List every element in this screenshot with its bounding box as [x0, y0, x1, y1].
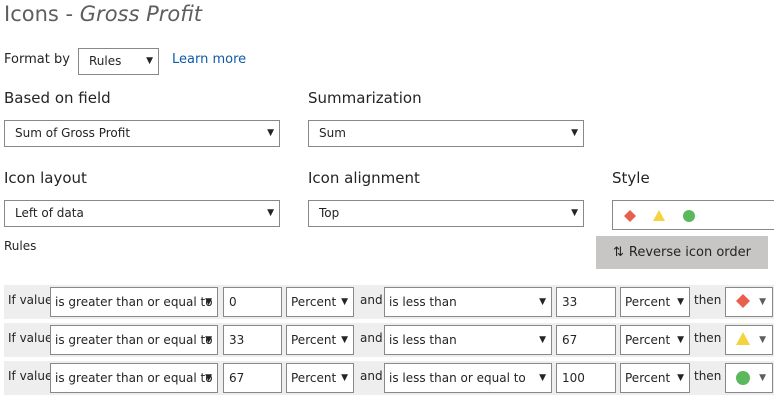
- rule-icon-picker[interactable]: ▼: [725, 363, 773, 393]
- format-by-value: Rules: [89, 54, 122, 68]
- rule-then-label: then: [694, 331, 722, 345]
- rule-unit-2-value: Percent: [625, 371, 671, 385]
- rule-unit-1-dropdown[interactable]: Percent ▼: [286, 363, 354, 393]
- rule-icon-picker[interactable]: ▼: [725, 287, 773, 317]
- rule-unit-2-dropdown[interactable]: Percent ▼: [620, 287, 690, 317]
- rule-operator-1-dropdown[interactable]: is greater than or equal to ▼: [50, 363, 218, 393]
- style-icons-preview: [624, 210, 695, 222]
- green-circle-icon: [683, 210, 695, 222]
- rule-value-2-input[interactable]: 67: [556, 325, 616, 355]
- icon-alignment-dropdown[interactable]: Top ▼: [308, 200, 584, 227]
- icon-alignment-label: Icon alignment: [308, 169, 420, 187]
- rule-operator-2-value: is less than or equal to: [389, 371, 526, 385]
- dialog-title: Icons - Gross Profit: [4, 2, 202, 26]
- rule-value-1-input[interactable]: 0: [223, 287, 282, 317]
- style-label: Style: [612, 169, 650, 187]
- based-on-field-dropdown[interactable]: Sum of Gross Profit ▼: [4, 120, 280, 147]
- rule-icon-preview: [736, 294, 750, 308]
- icon-layout-value: Left of data: [15, 206, 84, 220]
- rule-value-1-input[interactable]: 67: [223, 363, 282, 393]
- chevron-down-icon: ▼: [571, 128, 578, 138]
- green-circle-icon: [736, 371, 750, 385]
- chevron-down-icon: ▼: [146, 56, 153, 66]
- format-by-dropdown[interactable]: Rules ▼: [78, 48, 159, 75]
- red-diamond-icon: [736, 294, 750, 308]
- summarization-value: Sum: [319, 126, 346, 140]
- rule-unit-1-value: Percent: [291, 333, 337, 347]
- chevron-down-icon: ▼: [341, 335, 348, 345]
- chevron-down-icon: ▼: [571, 208, 578, 218]
- chevron-down-icon: ▼: [677, 335, 684, 345]
- rule-if-label: If value: [8, 369, 53, 383]
- icon-layout-dropdown[interactable]: Left of data ▼: [4, 200, 280, 227]
- rule-operator-2-dropdown[interactable]: is less than ▼: [384, 287, 552, 317]
- title-field-name: Gross Profit: [79, 2, 203, 26]
- chevron-down-icon: ▼: [539, 297, 546, 307]
- rule-unit-1-dropdown[interactable]: Percent ▼: [286, 287, 354, 317]
- rule-operator-2-value: is less than: [389, 295, 457, 309]
- rule-operator-2-dropdown[interactable]: is less than ▼: [384, 325, 552, 355]
- rule-operator-1-value: is greater than or equal to: [55, 333, 213, 347]
- based-on-field-label: Based on field: [4, 89, 111, 107]
- format-by-label: Format by: [4, 52, 70, 67]
- rule-unit-1-value: Percent: [291, 371, 337, 385]
- rule-operator-1-value: is greater than or equal to: [55, 371, 213, 385]
- chevron-down-icon: ▼: [267, 208, 274, 218]
- yellow-triangle-icon: [653, 210, 665, 221]
- rule-and-label: and: [360, 293, 383, 307]
- rule-and-label: and: [360, 331, 383, 345]
- icon-alignment-value: Top: [319, 206, 340, 220]
- chevron-down-icon: ▼: [341, 373, 348, 383]
- rule-operator-1-dropdown[interactable]: is greater than or equal to ▼: [50, 287, 218, 317]
- swap-vertical-icon: ⇅: [612, 245, 624, 260]
- chevron-down-icon: ▼: [759, 335, 766, 345]
- rule-icon-picker[interactable]: ▼: [725, 325, 773, 355]
- rule-unit-1-dropdown[interactable]: Percent ▼: [286, 325, 354, 355]
- rule-icon-preview: [736, 332, 750, 345]
- rule-and-label: and: [360, 369, 383, 383]
- rule-unit-2-dropdown[interactable]: Percent ▼: [620, 363, 690, 393]
- title-prefix: Icons -: [4, 2, 80, 26]
- icon-layout-label: Icon layout: [4, 169, 87, 187]
- rule-operator-1-dropdown[interactable]: is greater than or equal to ▼: [50, 325, 218, 355]
- rule-then-label: then: [694, 369, 722, 383]
- summarization-dropdown[interactable]: Sum ▼: [308, 120, 584, 147]
- chevron-down-icon: ▼: [759, 373, 766, 383]
- rule-then-label: then: [694, 293, 722, 307]
- reverse-icon-order-button[interactable]: ⇅ Reverse icon order: [596, 236, 768, 269]
- rule-icon-preview: [736, 371, 750, 385]
- rule-value-2-input[interactable]: 33: [556, 287, 616, 317]
- chevron-down-icon: ▼: [341, 297, 348, 307]
- chevron-down-icon: ▼: [267, 128, 274, 138]
- chevron-down-icon: ▼: [759, 297, 766, 307]
- rule-unit-1-value: Percent: [291, 295, 337, 309]
- learn-more-link[interactable]: Learn more: [172, 52, 246, 67]
- rule-value-1-input[interactable]: 33: [223, 325, 282, 355]
- chevron-down-icon: ▼: [205, 335, 212, 345]
- yellow-triangle-icon: [736, 332, 750, 345]
- rule-unit-2-dropdown[interactable]: Percent ▼: [620, 325, 690, 355]
- rules-label: Rules: [4, 239, 37, 253]
- chevron-down-icon: ▼: [205, 297, 212, 307]
- rule-operator-2-value: is less than: [389, 333, 457, 347]
- rule-unit-2-value: Percent: [625, 295, 671, 309]
- chevron-down-icon: ▼: [677, 297, 684, 307]
- chevron-down-icon: ▼: [677, 373, 684, 383]
- based-on-field-value: Sum of Gross Profit: [15, 126, 131, 140]
- rule-if-label: If value: [8, 293, 53, 307]
- rule-unit-2-value: Percent: [625, 333, 671, 347]
- chevron-down-icon: ▼: [205, 373, 212, 383]
- rule-value-2-input[interactable]: 100: [556, 363, 616, 393]
- red-diamond-icon: [624, 210, 636, 222]
- rule-operator-2-dropdown[interactable]: is less than or equal to ▼: [384, 363, 552, 393]
- chevron-down-icon: ▼: [539, 335, 546, 345]
- reverse-icon-order-label: Reverse icon order: [628, 245, 752, 260]
- rule-operator-1-value: is greater than or equal to: [55, 295, 213, 309]
- rule-if-label: If value: [8, 331, 53, 345]
- summarization-label: Summarization: [308, 89, 422, 107]
- style-dropdown[interactable]: [612, 200, 774, 230]
- chevron-down-icon: ▼: [539, 373, 546, 383]
